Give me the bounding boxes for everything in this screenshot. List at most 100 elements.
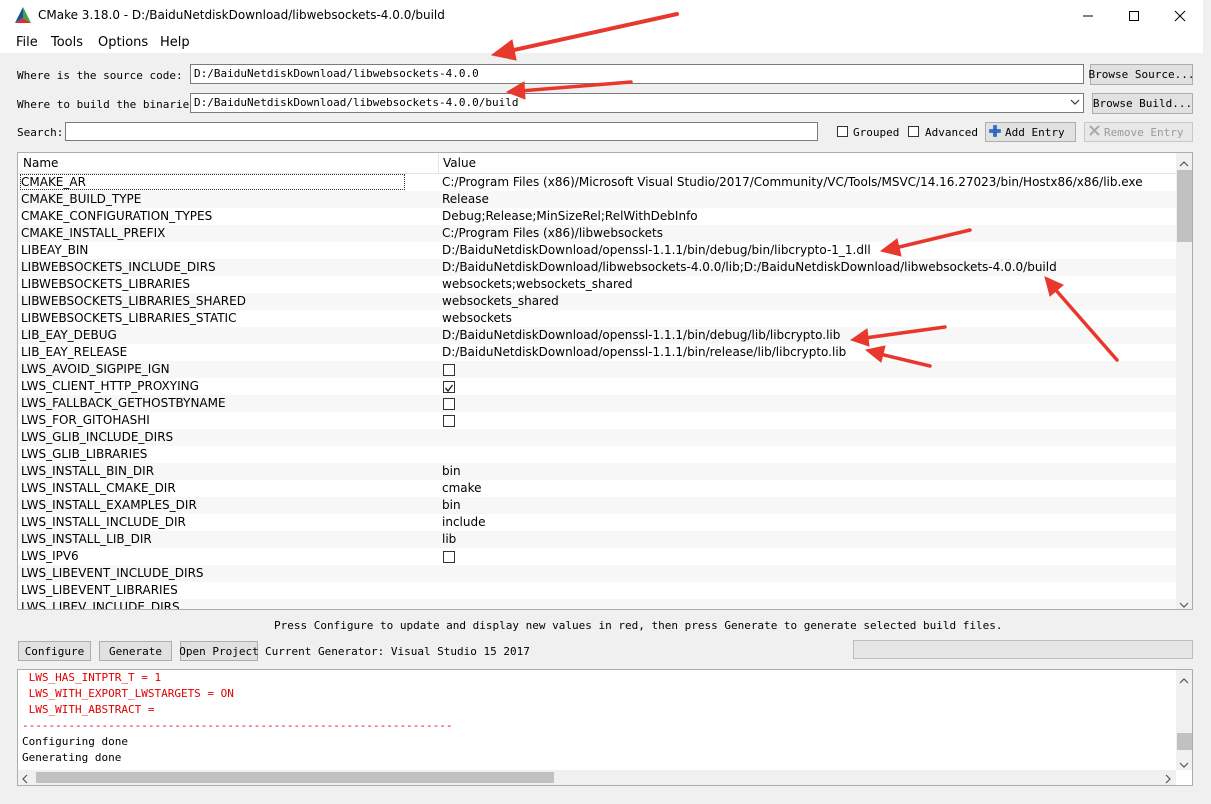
scroll-thumb[interactable] xyxy=(36,772,554,783)
entry-checkbox[interactable] xyxy=(443,398,455,410)
scroll-down-icon[interactable] xyxy=(1179,598,1189,609)
entry-value[interactable]: bin xyxy=(442,498,461,512)
entry-value[interactable]: cmake xyxy=(442,481,482,495)
scroll-right-icon[interactable] xyxy=(1164,773,1172,785)
entry-name: LIBWEBSOCKETS_INCLUDE_DIRS xyxy=(21,260,216,274)
generate-button[interactable]: Generate xyxy=(99,641,172,661)
table-row[interactable]: LWS_INSTALL_INCLUDE_DIR include xyxy=(18,514,1176,531)
column-value-header[interactable]: Value xyxy=(443,156,476,170)
entry-value[interactable]: websockets xyxy=(442,311,512,325)
table-row[interactable]: LWS_LIBEVENT_LIBRARIES xyxy=(18,582,1176,599)
entry-checkbox[interactable] xyxy=(443,381,455,393)
entry-checkbox[interactable] xyxy=(443,551,455,563)
menu-options[interactable]: Options xyxy=(98,35,148,50)
cache-table[interactable]: Name Value CMAKE_AR C:/Program Files (x86… xyxy=(17,152,1193,610)
entry-value[interactable]: Release xyxy=(442,192,489,206)
minimize-button[interactable] xyxy=(1065,0,1111,31)
scroll-up-icon[interactable] xyxy=(1179,157,1189,171)
output-horizontal-scrollbar[interactable] xyxy=(18,770,1176,785)
output-line: LWS_WITH_ABSTRACT = xyxy=(22,703,155,716)
scroll-thumb[interactable] xyxy=(1177,733,1192,750)
table-row[interactable]: LIBEAY_BIN D:/BaiduNetdiskDownload/openss… xyxy=(18,242,1176,259)
table-row[interactable]: LWS_INSTALL_EXAMPLES_DIR bin xyxy=(18,497,1176,514)
table-row[interactable]: LWS_AVOID_SIGPIPE_IGN xyxy=(18,361,1176,378)
table-vertical-scrollbar[interactable] xyxy=(1176,153,1192,609)
scroll-down-icon[interactable] xyxy=(1179,758,1189,772)
table-row[interactable]: LIBWEBSOCKETS_LIBRARIES_SHARED websockets… xyxy=(18,293,1176,310)
maximize-button[interactable] xyxy=(1111,0,1157,31)
table-header: Name Value xyxy=(18,153,1176,174)
entry-checkbox[interactable] xyxy=(443,415,455,427)
entry-value[interactable]: D:/BaiduNetdiskDownload/openssl-1.1.1/bi… xyxy=(442,243,871,257)
entry-value[interactable]: include xyxy=(442,515,485,529)
table-row[interactable]: LIBWEBSOCKETS_LIBRARIES_STATIC websockets xyxy=(18,310,1176,327)
open-project-button[interactable]: Open Project xyxy=(179,641,259,661)
entry-name: LWS_INSTALL_LIB_DIR xyxy=(21,532,152,546)
entry-name: LWS_LIBEVENT_INCLUDE_DIRS xyxy=(21,566,204,580)
configure-button[interactable]: Configure xyxy=(18,641,91,661)
table-row[interactable]: LWS_LIBEV_INCLUDE_DIRS xyxy=(18,599,1176,610)
advanced-checkbox[interactable] xyxy=(908,126,919,137)
entry-name: LIBWEBSOCKETS_LIBRARIES xyxy=(21,277,190,291)
source-label: Where is the source code: xyxy=(17,69,183,82)
column-name-header[interactable]: Name xyxy=(23,156,58,170)
entry-name: LWS_CLIENT_HTTP_PROXYING xyxy=(21,379,199,393)
table-row[interactable]: LWS_FALLBACK_GETHOSTBYNAME xyxy=(18,395,1176,412)
entry-value[interactable]: C:/Program Files (x86)/Microsoft Visual … xyxy=(442,175,1143,189)
entry-name: LWS_INSTALL_BIN_DIR xyxy=(21,464,155,478)
entry-checkbox[interactable] xyxy=(443,364,455,376)
entry-value[interactable]: D:/BaiduNetdiskDownload/openssl-1.1.1/bi… xyxy=(442,345,846,359)
entry-value[interactable]: lib xyxy=(442,532,456,546)
close-button[interactable] xyxy=(1157,0,1203,31)
entry-value[interactable]: D:/BaiduNetdiskDownload/openssl-1.1.1/bi… xyxy=(442,328,840,342)
browse-build-button[interactable]: Browse Build... xyxy=(1092,93,1193,114)
table-row[interactable]: LWS_GLIB_INCLUDE_DIRS xyxy=(18,429,1176,446)
output-log[interactable]: LWS_HAS_INTPTR_T = 1 LWS_WITH_EXPORT_LWS… xyxy=(17,669,1193,786)
table-row[interactable]: LWS_GLIB_LIBRARIES xyxy=(18,446,1176,463)
menu-help[interactable]: Help xyxy=(160,35,190,50)
scroll-up-icon[interactable] xyxy=(1179,674,1189,688)
entry-value[interactable]: websockets_shared xyxy=(442,294,559,308)
add-entry-button[interactable]: Add Entry xyxy=(985,122,1076,142)
browse-source-button[interactable]: Browse Source... xyxy=(1089,64,1194,85)
table-row[interactable]: LWS_IPV6 xyxy=(18,548,1176,565)
entry-value[interactable]: bin xyxy=(442,464,461,478)
scroll-left-icon[interactable] xyxy=(21,773,29,785)
build-path-combobox[interactable]: D:/BaiduNetdiskDownload/libwebsockets-4.… xyxy=(190,93,1084,113)
table-row[interactable]: CMAKE_INSTALL_PREFIX C:/Program Files (x8… xyxy=(18,225,1176,242)
table-row[interactable]: LWS_CLIENT_HTTP_PROXYING xyxy=(18,378,1176,395)
source-path-input[interactable]: D:/BaiduNetdiskDownload/libwebsockets-4.… xyxy=(190,64,1084,84)
table-row[interactable]: LWS_FOR_GITOHASHI xyxy=(18,412,1176,429)
table-row[interactable]: LIBWEBSOCKETS_INCLUDE_DIRS D:/BaiduNetdis… xyxy=(18,259,1176,276)
scroll-thumb[interactable] xyxy=(1177,170,1192,242)
entry-value[interactable]: websockets;websockets_shared xyxy=(442,277,633,291)
entry-value[interactable]: C:/Program Files (x86)/libwebsockets xyxy=(442,226,663,240)
chevron-down-icon[interactable] xyxy=(1070,97,1080,110)
status-message: Press Configure to update and display ne… xyxy=(274,619,1003,632)
table-row[interactable]: CMAKE_BUILD_TYPE Release xyxy=(18,191,1176,208)
search-input[interactable] xyxy=(65,122,818,141)
table-row[interactable]: LIB_EAY_RELEASE D:/BaiduNetdiskDownload/o… xyxy=(18,344,1176,361)
entry-value[interactable]: Debug;Release;MinSizeRel;RelWithDebInfo xyxy=(442,209,698,223)
output-vertical-scrollbar[interactable] xyxy=(1176,670,1192,772)
table-row[interactable]: LWS_INSTALL_BIN_DIR bin xyxy=(18,463,1176,480)
menu-file[interactable]: File xyxy=(16,35,38,50)
table-row[interactable]: CMAKE_AR C:/Program Files (x86)/Microsoft… xyxy=(18,174,1176,191)
entry-name: LWS_INSTALL_EXAMPLES_DIR xyxy=(21,498,197,512)
entry-value[interactable]: D:/BaiduNetdiskDownload/libwebsockets-4.… xyxy=(442,260,1057,274)
table-row[interactable]: LWS_INSTALL_CMAKE_DIR cmake xyxy=(18,480,1176,497)
entry-name: CMAKE_AR xyxy=(20,174,405,190)
entry-name: CMAKE_BUILD_TYPE xyxy=(21,192,142,206)
entry-name: LWS_INSTALL_INCLUDE_DIR xyxy=(21,515,186,529)
remove-entry-button[interactable]: Remove Entry xyxy=(1084,122,1193,142)
table-row[interactable]: CMAKE_CONFIGURATION_TYPES Debug;Release;M… xyxy=(18,208,1176,225)
table-row[interactable]: LWS_INSTALL_LIB_DIR lib xyxy=(18,531,1176,548)
entry-name: LWS_LIBEV_INCLUDE_DIRS xyxy=(21,600,180,610)
table-row[interactable]: LIB_EAY_DEBUG D:/BaiduNetdiskDownload/ope… xyxy=(18,327,1176,344)
progress-bar xyxy=(853,640,1193,659)
menu-tools[interactable]: Tools xyxy=(51,35,83,50)
grouped-checkbox[interactable] xyxy=(837,126,848,137)
table-row[interactable]: LWS_LIBEVENT_INCLUDE_DIRS xyxy=(18,565,1176,582)
entry-name: LWS_IPV6 xyxy=(21,549,79,563)
table-row[interactable]: LIBWEBSOCKETS_LIBRARIES websockets;websoc… xyxy=(18,276,1176,293)
